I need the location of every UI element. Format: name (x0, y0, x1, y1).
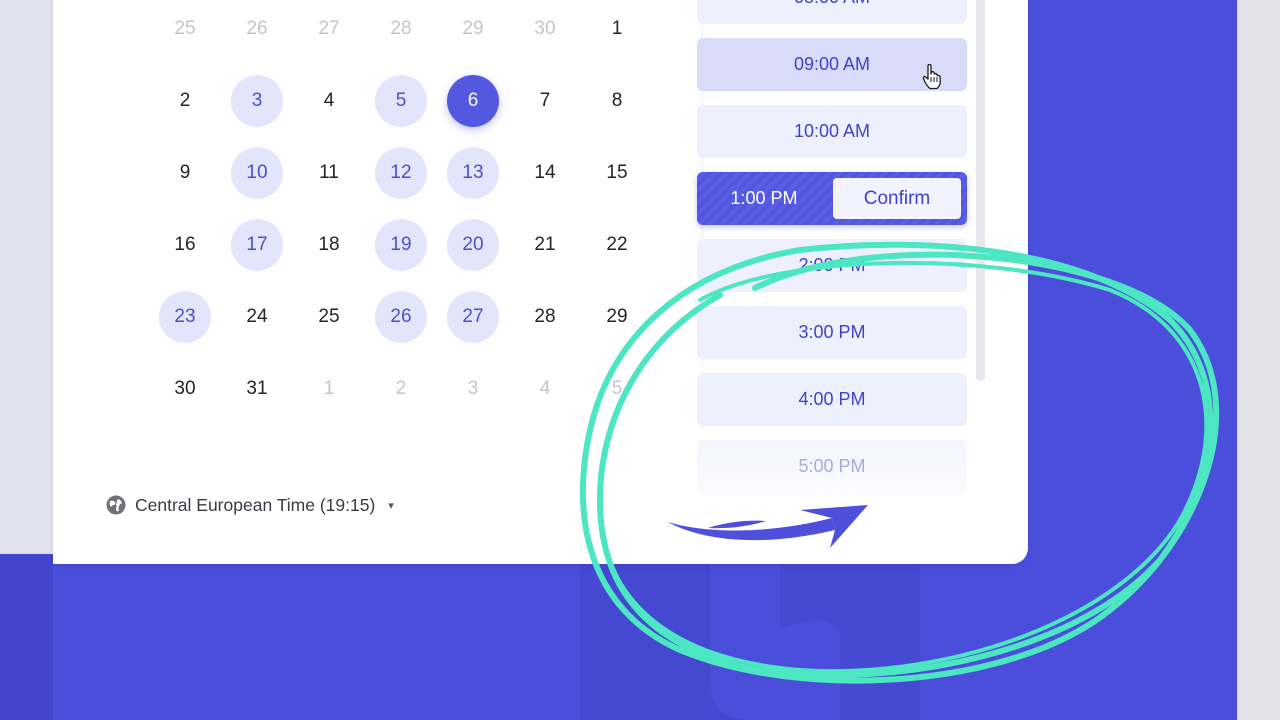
time-slot-label: 10:00 AM (793, 121, 871, 141)
calendar-day: 26 (246, 18, 268, 39)
calendar-day: 18 (318, 234, 340, 255)
chevron-down-icon: ▾ (388, 499, 394, 512)
calendar-day: 27 (318, 18, 340, 39)
calendar-day[interactable]: 6 (447, 75, 499, 127)
calendar-day: 7 (539, 90, 551, 111)
calendar-day: 2 (179, 90, 191, 111)
calendar-day: 1 (323, 378, 335, 399)
calendar-day[interactable]: 19 (375, 219, 427, 271)
time-slot[interactable]: 2:00 PM (697, 239, 967, 292)
hand-pointer-cursor-icon (922, 64, 941, 90)
calendar-day: 9 (179, 162, 191, 183)
calendar-day[interactable]: 3 (231, 75, 283, 127)
confirm-button[interactable]: Confirm (833, 178, 961, 219)
calendar-day: 4 (323, 90, 335, 111)
time-slot[interactable]: 08:00 AM (697, 0, 967, 24)
calendar-day: 11 (319, 162, 339, 183)
calendar-day: 16 (174, 234, 196, 255)
calendar-day: 15 (606, 162, 628, 183)
time-slot-label: 5:00 PM (798, 456, 866, 476)
calendar-day[interactable]: 26 (375, 291, 427, 343)
calendar-day: 22 (606, 234, 628, 255)
calendar-day: 1 (611, 18, 623, 39)
calendar-day: 8 (611, 90, 623, 111)
time-slot-label: 08:00 AM (794, 0, 870, 8)
calendar-day: 25 (318, 306, 340, 327)
calendar-day[interactable]: 12 (375, 147, 427, 199)
calendar-day: 31 (246, 378, 268, 399)
timezone-label: Central European Time (19:15) (135, 494, 376, 515)
calendar-day: 5 (611, 378, 623, 399)
background-left-panel (0, 0, 53, 554)
calendar-day: 28 (534, 306, 556, 327)
calendar-day[interactable]: 5 (375, 75, 427, 127)
selected-time-label: 1:00 PM (730, 188, 798, 208)
background-left-blue (0, 554, 53, 720)
calendar-day[interactable]: 10 (231, 147, 283, 199)
calendar-day[interactable]: 23 (159, 291, 211, 343)
calendar-day: 3 (467, 378, 479, 399)
calendar-day: 14 (534, 162, 556, 183)
background-right-strip (1237, 0, 1280, 720)
time-slot[interactable]: 3:00 PM (697, 306, 967, 359)
calendar-day: 25 (174, 18, 196, 39)
calendar-day[interactable]: 20 (447, 219, 499, 271)
calendar-day: 28 (390, 18, 412, 39)
time-slot-label: 3:00 PM (798, 322, 866, 342)
calendar-day: 30 (534, 18, 556, 39)
time-slot[interactable]: 4:00 PM (697, 373, 967, 426)
calendar-day: 21 (534, 234, 556, 255)
calendar-day: 2 (395, 378, 407, 399)
time-slot-label: 4:00 PM (798, 389, 866, 409)
time-slot[interactable]: 5:00 PM (697, 440, 967, 493)
calendar-day: 29 (462, 18, 484, 39)
globe-icon (106, 495, 126, 515)
time-slot[interactable]: 10:00 AM (697, 105, 967, 158)
time-slot[interactable]: 1:00 PM Confirm (697, 172, 967, 225)
calendar-day: 30 (174, 378, 196, 399)
time-slot-scrollbar[interactable] (976, 0, 985, 381)
calendar-day[interactable]: 13 (447, 147, 499, 199)
calendar-day: 4 (539, 378, 551, 399)
calendar-day: 24 (246, 306, 268, 327)
time-slot-label: 09:00 AM (793, 54, 871, 74)
time-slot-label: 2:00 PM (798, 255, 866, 275)
calendar-day[interactable]: 17 (231, 219, 283, 271)
timezone-selector[interactable]: Central European Time (19:15) ▾ (106, 492, 394, 518)
calendar-day: 29 (606, 306, 628, 327)
calendar-day[interactable]: 27 (447, 291, 499, 343)
